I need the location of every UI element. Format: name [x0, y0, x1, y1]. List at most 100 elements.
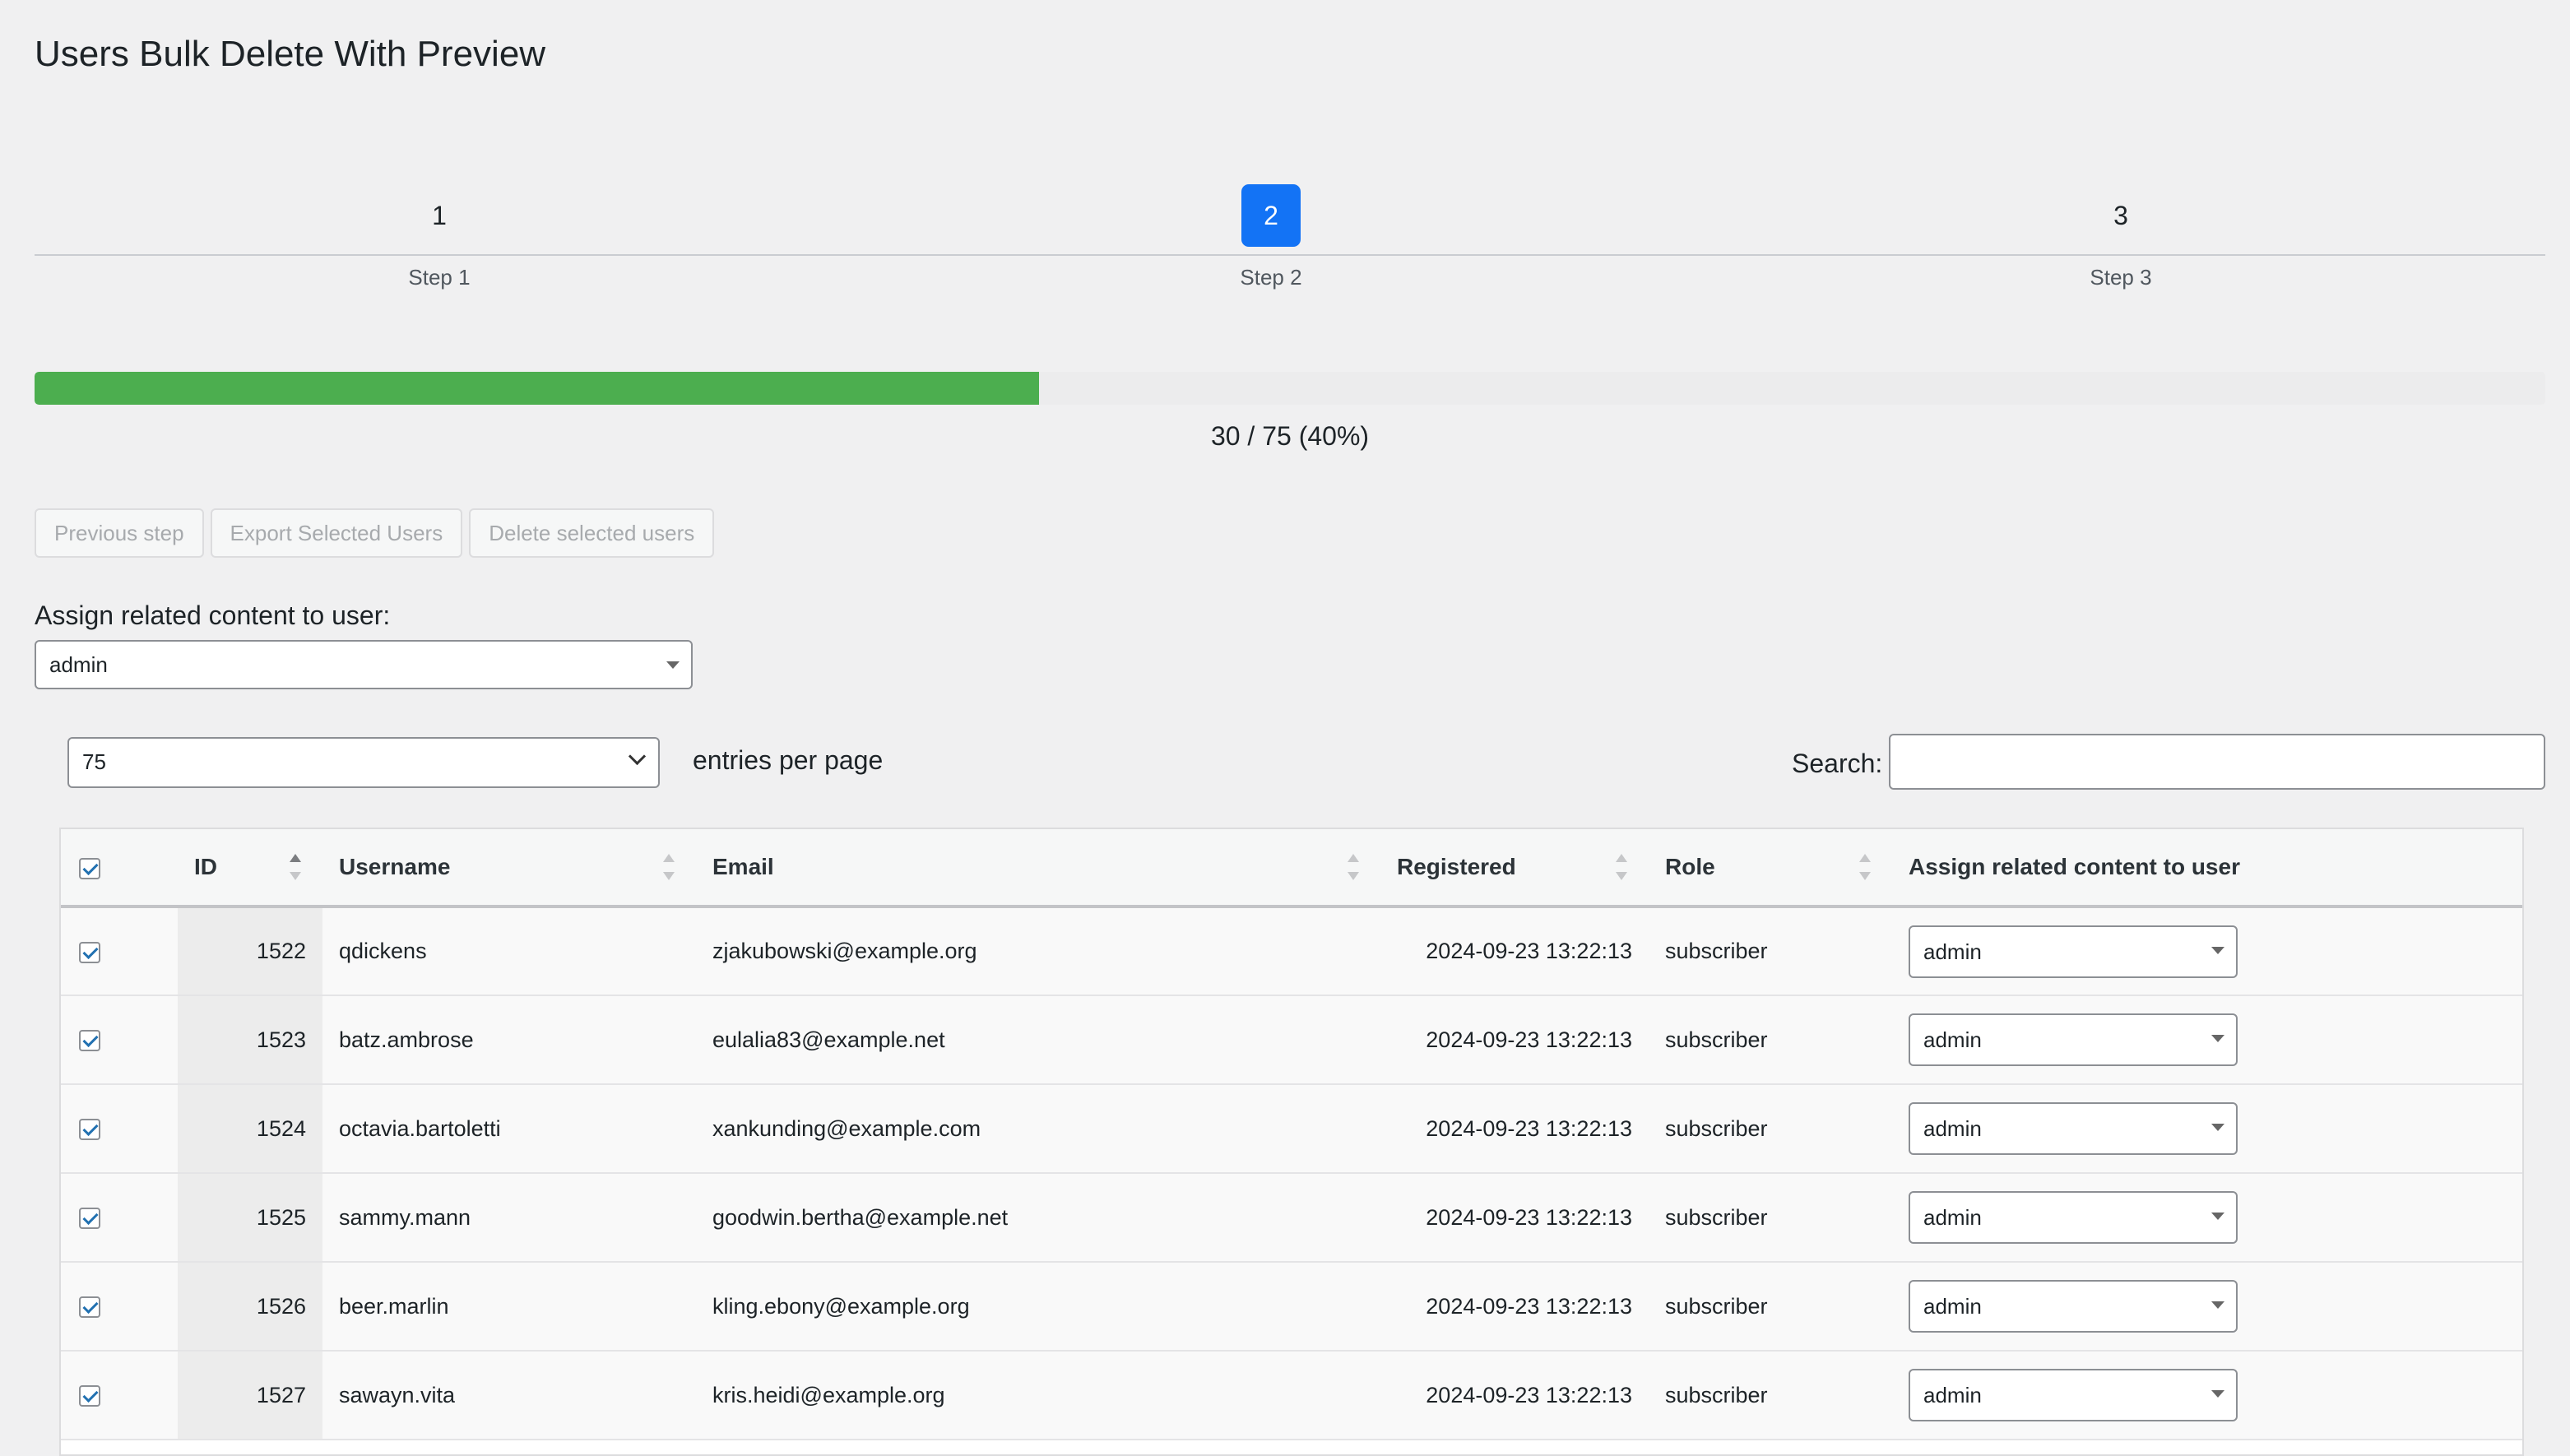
column-header-email[interactable]: Email [696, 829, 1380, 908]
search-label: Search: [1792, 749, 1883, 778]
sort-icon [1859, 854, 1871, 880]
caret-down-icon [2211, 1390, 2224, 1398]
role: subscriber [1649, 1173, 1892, 1263]
registered-date: 2024-09-23 13:22:13 [1380, 907, 1649, 996]
row-select-cell [61, 1173, 178, 1263]
row-checkbox[interactable] [79, 1119, 100, 1141]
user-id: 1524 [178, 1084, 322, 1174]
row-assign-select[interactable]: admin [1909, 1013, 2238, 1066]
row-assign-value: admin [1923, 1205, 1982, 1230]
step-label: Step 3 [2090, 265, 2152, 290]
email: xankunding@example.com [696, 1084, 1380, 1174]
column-header-label: Username [339, 854, 451, 879]
registered-date: 2024-09-23 13:22:13 [1380, 1351, 1649, 1440]
table-row: 1524 octavia.bartoletti xankunding@examp… [61, 1084, 2522, 1174]
row-checkbox[interactable] [79, 1030, 100, 1052]
username: sawayn.vita [322, 1351, 696, 1440]
registered-date: 2024-09-23 13:22:13 [1380, 995, 1649, 1085]
row-assign-value: admin [1923, 939, 1982, 964]
select-all-cell [61, 829, 178, 908]
row-assign-select[interactable]: admin [1909, 1280, 2238, 1333]
row-select-cell [61, 1262, 178, 1352]
sort-icon [663, 854, 675, 880]
users-table: ID Username Email Registered Role Assign… [59, 828, 2524, 1456]
entries-per-page-select[interactable]: 75 [67, 737, 660, 788]
email: kris.heidi@example.org [696, 1351, 1380, 1440]
registered-date: 2024-09-23 13:22:13 [1380, 1173, 1649, 1263]
row-assign-select[interactable]: admin [1909, 1191, 2238, 1244]
row-assign-select[interactable]: admin [1909, 1102, 2238, 1155]
assign-content-label: Assign related content to user: [35, 600, 391, 630]
row-checkbox[interactable] [79, 1208, 100, 1230]
registered-date: 2024-09-23 13:22:13 [1380, 1084, 1649, 1174]
column-header-label: Email [712, 854, 774, 879]
email: goodwin.bertha@example.net [696, 1173, 1380, 1263]
step-3[interactable]: 3 Step 3 [1997, 184, 2244, 290]
sort-icon [1616, 854, 1627, 880]
column-header-username[interactable]: Username [322, 829, 696, 908]
export-selected-users-button[interactable]: Export Selected Users [210, 508, 463, 558]
assign-content-select[interactable]: admin [35, 640, 693, 689]
assign-cell: admin [1892, 1262, 2522, 1352]
table-row: 1522 qdickens zjakubowski@example.org 20… [61, 907, 2522, 996]
role: subscriber [1649, 1351, 1892, 1440]
user-id: 1526 [178, 1262, 322, 1352]
assign-cell: admin [1892, 907, 2522, 996]
action-buttons: Previous step Export Selected Users Dele… [35, 508, 715, 558]
table-row: 1527 sawayn.vita kris.heidi@example.org … [61, 1351, 2522, 1440]
chevron-down-icon [628, 747, 647, 766]
username: qdickens [322, 907, 696, 996]
progress-fill [35, 372, 1039, 405]
caret-down-icon [666, 661, 680, 669]
row-select-cell [61, 907, 178, 996]
user-id: 1525 [178, 1173, 322, 1263]
row-checkbox[interactable] [79, 1296, 100, 1319]
row-assign-select[interactable]: admin [1909, 925, 2238, 978]
column-header-role[interactable]: Role [1649, 829, 1892, 908]
stepper: 1 Step 1 2 Step 2 3 Step 3 [35, 184, 2545, 299]
row-assign-select[interactable]: admin [1909, 1369, 2238, 1421]
entries-per-page-label: entries per page [693, 745, 884, 775]
username: batz.ambrose [322, 995, 696, 1085]
row-select-cell [61, 1351, 178, 1440]
step-label: Step 2 [1240, 265, 1302, 290]
role: subscriber [1649, 907, 1892, 996]
delete-selected-users-button[interactable]: Delete selected users [469, 508, 715, 558]
role: subscriber [1649, 1084, 1892, 1174]
caret-down-icon [2211, 1213, 2224, 1220]
column-header-label: Role [1665, 854, 1715, 879]
step-number: 3 [2113, 201, 2128, 230]
row-checkbox[interactable] [79, 1385, 100, 1407]
row-select-cell [61, 995, 178, 1085]
step-1[interactable]: 1 Step 1 [316, 184, 563, 290]
column-header-id[interactable]: ID [178, 829, 322, 908]
row-checkbox[interactable] [79, 941, 100, 963]
column-header-registered[interactable]: Registered [1380, 829, 1649, 908]
entries-per-page-value: 75 [82, 749, 106, 774]
username: octavia.bartoletti [322, 1084, 696, 1174]
table-row: 1523 batz.ambrose eulalia83@example.net … [61, 995, 2522, 1085]
email: eulalia83@example.net [696, 995, 1380, 1085]
step-label: Step 1 [408, 265, 471, 290]
assign-cell: admin [1892, 1084, 2522, 1174]
row-assign-value: admin [1923, 1027, 1982, 1052]
assign-cell: admin [1892, 995, 2522, 1085]
table-row: 1526 beer.marlin kling.ebony@example.org… [61, 1262, 2522, 1352]
assign-cell: admin [1892, 1351, 2522, 1440]
page: Users Bulk Delete With Preview 1 Step 1 … [0, 0, 2570, 1456]
search-input[interactable] [1889, 734, 2545, 790]
user-id: 1523 [178, 995, 322, 1085]
assign-cell: admin [1892, 1173, 2522, 1263]
user-id: 1522 [178, 907, 322, 996]
caret-down-icon [2211, 1124, 2224, 1131]
previous-step-button[interactable]: Previous step [35, 508, 204, 558]
table-row: 1525 sammy.mann goodwin.bertha@example.n… [61, 1173, 2522, 1263]
email: kling.ebony@example.org [696, 1262, 1380, 1352]
step-2[interactable]: 2 Step 2 [1148, 184, 1394, 290]
email: zjakubowski@example.org [696, 907, 1380, 996]
column-header-label: ID [194, 854, 217, 879]
row-assign-value: admin [1923, 1116, 1982, 1141]
row-select-cell [61, 1084, 178, 1174]
select-all-checkbox[interactable] [79, 857, 100, 879]
page-title: Users Bulk Delete With Preview [35, 34, 546, 74]
